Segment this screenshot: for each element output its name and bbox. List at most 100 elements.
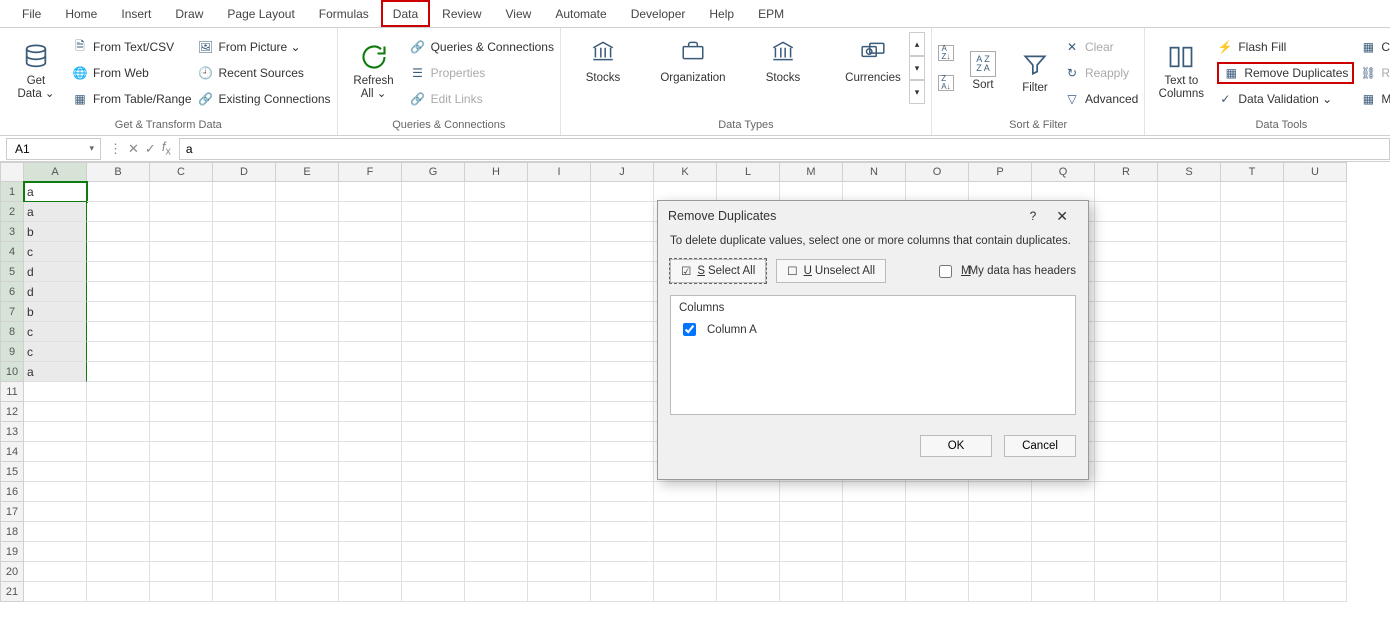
- cell[interactable]: [339, 222, 402, 242]
- cell[interactable]: [465, 482, 528, 502]
- cell[interactable]: [465, 222, 528, 242]
- cell[interactable]: [1095, 542, 1158, 562]
- consolidate[interactable]: ▦Cons: [1360, 36, 1390, 58]
- cell[interactable]: [339, 562, 402, 582]
- cell[interactable]: [1221, 322, 1284, 342]
- cell[interactable]: [87, 262, 150, 282]
- cell[interactable]: [528, 202, 591, 222]
- cell[interactable]: [1158, 282, 1221, 302]
- cell[interactable]: [339, 282, 402, 302]
- cell[interactable]: [24, 382, 87, 402]
- cell[interactable]: [150, 422, 213, 442]
- tab-epm[interactable]: EPM: [746, 0, 796, 27]
- cell[interactable]: [528, 242, 591, 262]
- cell[interactable]: [1284, 342, 1347, 362]
- cell[interactable]: [87, 562, 150, 582]
- cell[interactable]: [24, 542, 87, 562]
- cell[interactable]: [402, 182, 465, 202]
- cell[interactable]: [1158, 342, 1221, 362]
- cell[interactable]: [87, 342, 150, 362]
- cell[interactable]: [528, 362, 591, 382]
- gallery-more[interactable]: ▾: [909, 80, 925, 104]
- cell[interactable]: [1158, 262, 1221, 282]
- cell[interactable]: [1221, 382, 1284, 402]
- cell[interactable]: [1284, 502, 1347, 522]
- cell[interactable]: [87, 422, 150, 442]
- cell[interactable]: [276, 542, 339, 562]
- row-header[interactable]: 20: [0, 562, 24, 582]
- cell[interactable]: [213, 442, 276, 462]
- cell[interactable]: [1158, 202, 1221, 222]
- cell[interactable]: [1095, 202, 1158, 222]
- cell[interactable]: [402, 322, 465, 342]
- cell[interactable]: [339, 462, 402, 482]
- column-header[interactable]: G: [402, 162, 465, 182]
- cell[interactable]: [402, 502, 465, 522]
- cell[interactable]: [24, 422, 87, 442]
- cell[interactable]: [1158, 562, 1221, 582]
- cell[interactable]: [339, 242, 402, 262]
- my-data-has-headers[interactable]: MMy data has headers: [935, 262, 1076, 281]
- cell[interactable]: [87, 482, 150, 502]
- cell[interactable]: [1284, 282, 1347, 302]
- cell[interactable]: [1221, 262, 1284, 282]
- cell[interactable]: [528, 262, 591, 282]
- cell[interactable]: [276, 402, 339, 422]
- cell[interactable]: [150, 482, 213, 502]
- cell[interactable]: [87, 222, 150, 242]
- cell[interactable]: [1158, 542, 1221, 562]
- text-to-columns-button[interactable]: Text to Columns: [1151, 32, 1211, 110]
- cell[interactable]: [654, 522, 717, 542]
- cell[interactable]: [87, 382, 150, 402]
- cell[interactable]: [465, 522, 528, 542]
- cell[interactable]: [654, 482, 717, 502]
- filter-button[interactable]: Filter: [1012, 32, 1058, 110]
- row-header[interactable]: 19: [0, 542, 24, 562]
- cell[interactable]: [339, 422, 402, 442]
- cell[interactable]: [528, 302, 591, 322]
- cell[interactable]: [1284, 582, 1347, 602]
- flash-fill[interactable]: ⚡Flash Fill: [1217, 36, 1354, 58]
- data-validation[interactable]: ✓Data Validation ⌄: [1217, 88, 1354, 110]
- column-header[interactable]: T: [1221, 162, 1284, 182]
- cell[interactable]: [402, 522, 465, 542]
- cell[interactable]: [843, 502, 906, 522]
- cell[interactable]: [339, 202, 402, 222]
- cell[interactable]: [1095, 302, 1158, 322]
- tab-formulas[interactable]: Formulas: [307, 0, 381, 27]
- cell[interactable]: [969, 182, 1032, 202]
- cell[interactable]: d: [24, 282, 87, 302]
- cell[interactable]: [150, 322, 213, 342]
- cell[interactable]: [1158, 242, 1221, 262]
- cell[interactable]: [717, 482, 780, 502]
- row-header[interactable]: 7: [0, 302, 24, 322]
- cell[interactable]: [213, 202, 276, 222]
- cell[interactable]: [402, 202, 465, 222]
- cell[interactable]: [150, 382, 213, 402]
- cell[interactable]: [528, 342, 591, 362]
- cell[interactable]: [213, 402, 276, 422]
- manage-data-model[interactable]: ▦Mana: [1360, 88, 1390, 110]
- cell[interactable]: [591, 582, 654, 602]
- cell[interactable]: [150, 342, 213, 362]
- name-box-input[interactable]: [13, 141, 73, 157]
- cell[interactable]: [1095, 282, 1158, 302]
- get-data-button[interactable]: Get Data ⌄: [6, 32, 66, 110]
- column-header[interactable]: A: [24, 162, 87, 182]
- column-header[interactable]: L: [717, 162, 780, 182]
- column-header[interactable]: D: [213, 162, 276, 182]
- cell[interactable]: [591, 282, 654, 302]
- column-header[interactable]: J: [591, 162, 654, 182]
- row-header[interactable]: 10: [0, 362, 24, 382]
- cell[interactable]: [402, 402, 465, 422]
- row-header[interactable]: 1: [0, 182, 24, 202]
- cell[interactable]: c: [24, 322, 87, 342]
- refresh-all-button[interactable]: Refresh All ⌄: [344, 32, 404, 110]
- from-text-csv[interactable]: 🗎From Text/CSV: [72, 36, 192, 58]
- cell[interactable]: [402, 222, 465, 242]
- cell[interactable]: [276, 262, 339, 282]
- cell[interactable]: [906, 562, 969, 582]
- row-header[interactable]: 15: [0, 462, 24, 482]
- row-header[interactable]: 13: [0, 422, 24, 442]
- tab-page-layout[interactable]: Page Layout: [215, 0, 306, 27]
